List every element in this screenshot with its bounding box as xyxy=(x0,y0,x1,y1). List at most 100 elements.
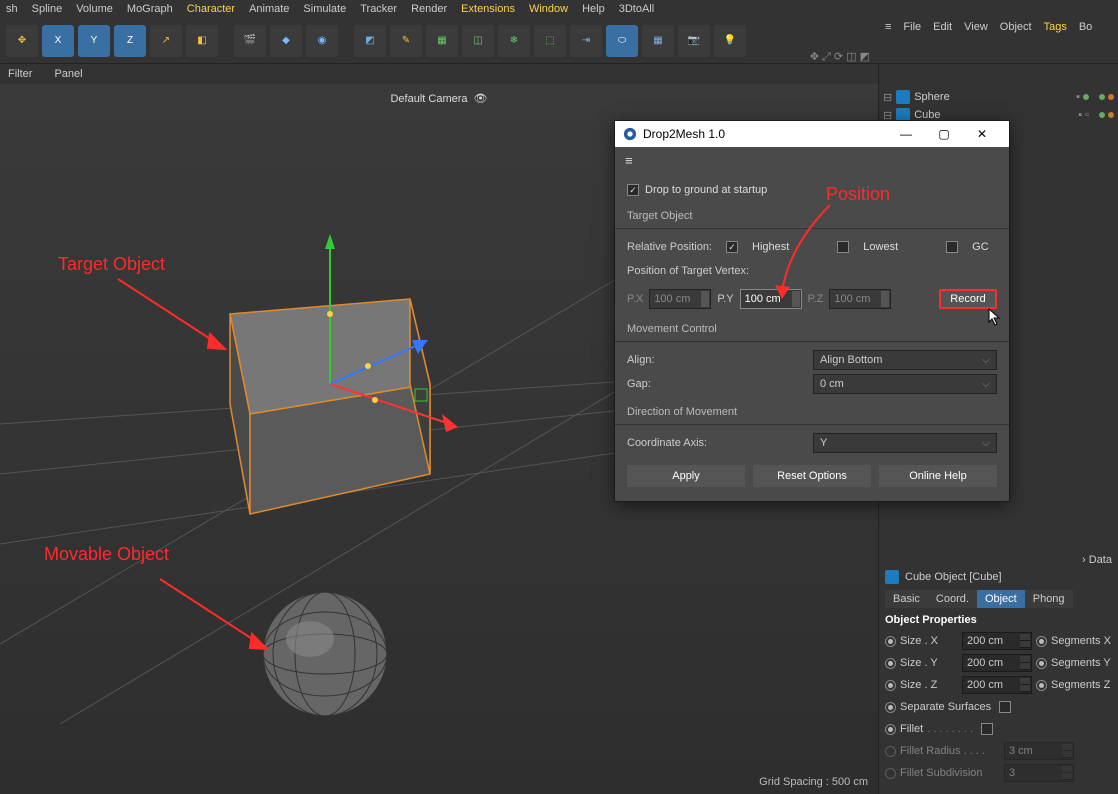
tab-coord[interactable]: Coord. xyxy=(928,590,977,608)
tab-basic[interactable]: Basic xyxy=(885,590,928,608)
move-tool-icon[interactable]: ✥ xyxy=(6,25,38,57)
lowest-check[interactable] xyxy=(837,241,849,253)
bookmarks-tab[interactable]: Bo xyxy=(1079,21,1092,33)
menu-item[interactable]: Render xyxy=(411,3,447,15)
attribute-panel: › Data Cube Object [Cube] Basic Coord. O… xyxy=(879,550,1118,794)
tags-tab[interactable]: Tags xyxy=(1044,21,1067,33)
axis-x-icon[interactable]: X xyxy=(42,25,74,57)
highest-check[interactable] xyxy=(726,241,738,253)
object-tab[interactable]: Object xyxy=(1000,21,1032,33)
size-x-label: Size . X xyxy=(900,635,958,647)
seg-x-label: Segments X xyxy=(1051,635,1111,647)
reset-button[interactable]: Reset Options xyxy=(753,465,871,487)
radio xyxy=(885,746,896,757)
menu-item[interactable]: 3DtoAll xyxy=(619,3,654,15)
radio[interactable] xyxy=(885,702,896,713)
fillet-s-label: Fillet Subdivision xyxy=(900,767,1000,779)
pen-tool-icon[interactable]: ✎ xyxy=(390,25,422,57)
size-z-label: Size . Z xyxy=(900,679,958,691)
panel-label[interactable]: Panel xyxy=(54,68,82,80)
tab-phong[interactable]: Phong xyxy=(1025,590,1073,608)
tree-row-sphere[interactable]: ⊟ Sphere ▪ xyxy=(883,88,1114,106)
field-icon[interactable]: ❄ xyxy=(498,25,530,57)
constraint-icon[interactable]: ⇥ xyxy=(570,25,602,57)
help-button[interactable]: Online Help xyxy=(879,465,997,487)
menu-icon[interactable]: ≡ xyxy=(885,21,891,33)
menu-item[interactable]: Simulate xyxy=(303,3,346,15)
pz-input[interactable]: 100 cm xyxy=(829,289,891,309)
axis-y-icon[interactable]: Y xyxy=(78,25,110,57)
tab-object[interactable]: Object xyxy=(977,590,1025,608)
snap-icon[interactable]: ⬭ xyxy=(606,25,638,57)
menu-item[interactable]: Volume xyxy=(76,3,113,15)
radio[interactable] xyxy=(1036,658,1047,669)
menu-item[interactable]: Tracker xyxy=(360,3,397,15)
size-x-input[interactable]: 200 cm xyxy=(962,632,1032,650)
px-input[interactable]: 100 cm xyxy=(649,289,711,309)
py-input[interactable]: 100 cm xyxy=(740,289,802,309)
subdiv-icon[interactable]: ▦ xyxy=(426,25,458,57)
light-icon[interactable]: 💡 xyxy=(714,25,746,57)
axis-select[interactable]: Y xyxy=(813,433,997,453)
minimize-icon[interactable]: — xyxy=(887,127,925,141)
align-label: Align: xyxy=(627,354,807,366)
filter-label[interactable]: Filter xyxy=(8,68,32,80)
take-icon[interactable]: 🎬 xyxy=(234,25,266,57)
deformer-icon[interactable]: ◫ xyxy=(462,25,494,57)
fillet-check[interactable] xyxy=(981,723,993,735)
sep-surf-check[interactable] xyxy=(999,701,1011,713)
radio[interactable] xyxy=(885,658,896,669)
radio[interactable] xyxy=(885,680,896,691)
fillet-label: Fillet xyxy=(900,723,923,735)
keyframe-icon[interactable]: ◆ xyxy=(270,25,302,57)
seg-z-label: Segments Z xyxy=(1051,679,1110,691)
menu-item[interactable]: MoGraph xyxy=(127,3,173,15)
radio[interactable] xyxy=(885,636,896,647)
size-z-input[interactable]: 200 cm xyxy=(962,676,1032,694)
menu-item[interactable]: Window xyxy=(529,3,568,15)
highest-label: Highest xyxy=(752,241,789,253)
record-button[interactable]: Record xyxy=(939,289,997,309)
cloner-icon[interactable]: ⬚ xyxy=(534,25,566,57)
radio[interactable] xyxy=(885,724,896,735)
primitive-cube-icon[interactable]: ◩ xyxy=(354,25,386,57)
view-tab[interactable]: View xyxy=(964,21,988,33)
radio[interactable] xyxy=(1036,636,1047,647)
size-y-input[interactable]: 200 cm xyxy=(962,654,1032,672)
menu-item[interactable]: Character xyxy=(187,3,235,15)
radio[interactable] xyxy=(1036,680,1047,691)
file-tab[interactable]: File xyxy=(903,21,921,33)
cube-gizmo-icon[interactable]: ◧ xyxy=(186,25,218,57)
align-select[interactable]: Align Bottom xyxy=(813,350,997,370)
dialog-titlebar[interactable]: Drop2Mesh 1.0 — ▢ ✕ xyxy=(615,121,1009,147)
gizmo xyxy=(325,234,458,432)
sphere-icon xyxy=(896,90,910,104)
coord-toggle-icon[interactable]: ↗ xyxy=(150,25,182,57)
menu-item[interactable]: Animate xyxy=(249,3,289,15)
axis-z-icon[interactable]: Z xyxy=(114,25,146,57)
edit-tab[interactable]: Edit xyxy=(933,21,952,33)
gc-check[interactable] xyxy=(946,241,958,253)
userdata-label[interactable]: Data xyxy=(1089,554,1112,566)
startup-check[interactable] xyxy=(627,184,639,196)
menu-item[interactable]: Spline xyxy=(32,3,63,15)
axis-label: Coordinate Axis: xyxy=(627,437,807,449)
camera-label: Default Camera👁 xyxy=(390,92,487,105)
menu-item[interactable]: sh xyxy=(6,3,18,15)
fillet-s-input: 3 xyxy=(1004,764,1074,782)
maximize-icon[interactable]: ▢ xyxy=(925,127,963,141)
mouse-cursor-icon xyxy=(988,308,1002,326)
dialog-title: Drop2Mesh 1.0 xyxy=(643,127,725,141)
menu-item[interactable]: Extensions xyxy=(461,3,515,15)
autokey-icon[interactable]: ◉ xyxy=(306,25,338,57)
gap-input[interactable]: 0 cm xyxy=(813,374,997,394)
viewport-icons[interactable]: ✥ ⤢ ⟳ ◫ ◩ xyxy=(810,50,870,64)
floor-icon[interactable]: ▦ xyxy=(642,25,674,57)
menu-item[interactable]: Help xyxy=(582,3,605,15)
hamburger-icon[interactable]: ≡ xyxy=(615,147,1009,174)
apply-button[interactable]: Apply xyxy=(627,465,745,487)
attr-title: Cube Object [Cube] xyxy=(905,571,1002,583)
fillet-r-input: 3 cm xyxy=(1004,742,1074,760)
camera-icon[interactable]: 📷 xyxy=(678,25,710,57)
close-icon[interactable]: ✕ xyxy=(963,127,1001,141)
